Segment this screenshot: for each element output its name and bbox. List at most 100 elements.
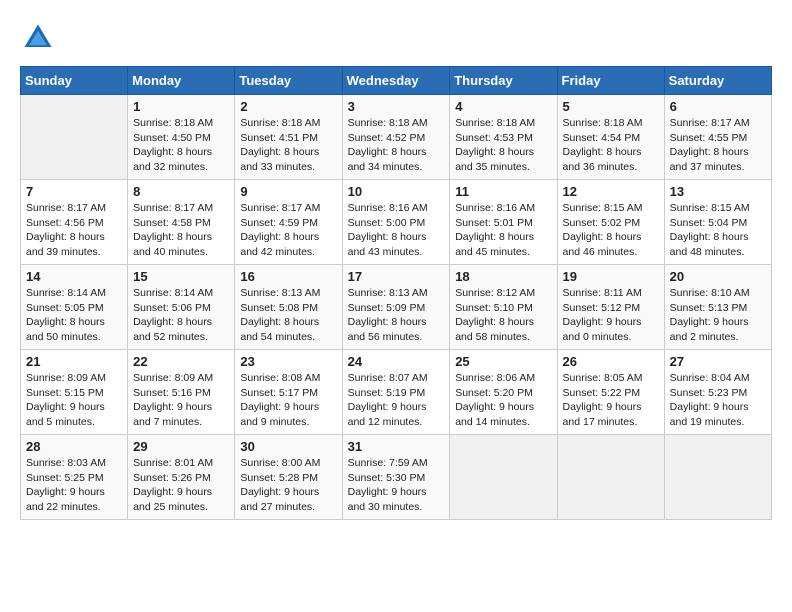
day-number: 7: [26, 184, 122, 199]
page-header: [20, 20, 772, 56]
day-number: 14: [26, 269, 122, 284]
day-info: Sunrise: 8:15 AM Sunset: 5:02 PM Dayligh…: [563, 201, 659, 260]
calendar-cell: 17 Sunrise: 8:13 AM Sunset: 5:09 PM Dayli…: [342, 265, 450, 350]
week-row-4: 28 Sunrise: 8:03 AM Sunset: 5:25 PM Dayli…: [21, 435, 772, 520]
weekday-tuesday: Tuesday: [235, 67, 342, 95]
calendar-cell: 21Sunrise: 8:09 AM Sunset: 5:15 PM Dayli…: [21, 350, 128, 435]
day-info: Sunrise: 8:00 AM Sunset: 5:28 PM Dayligh…: [240, 456, 336, 515]
day-info: Sunrise: 8:18 AM Sunset: 4:50 PM Dayligh…: [133, 116, 229, 175]
day-info: Sunrise: 8:17 AM Sunset: 4:58 PM Dayligh…: [133, 201, 229, 260]
calendar-cell: 18 Sunrise: 8:12 AM Sunset: 5:10 PM Dayli…: [450, 265, 557, 350]
calendar-cell: 6 Sunrise: 8:17 AM Sunset: 4:55 PM Daylig…: [664, 95, 771, 180]
day-number: 11: [455, 184, 551, 199]
calendar-cell: 3 Sunrise: 8:18 AM Sunset: 4:52 PM Daylig…: [342, 95, 450, 180]
day-number: 16: [240, 269, 336, 284]
calendar-cell: 28 Sunrise: 8:03 AM Sunset: 5:25 PM Dayli…: [21, 435, 128, 520]
day-info: Sunrise: 8:17 AM Sunset: 4:56 PM Dayligh…: [26, 201, 122, 260]
day-number: 25: [455, 354, 551, 369]
calendar-body: 1Sunrise: 8:18 AM Sunset: 4:50 PM Daylig…: [21, 95, 772, 520]
day-number: 6: [670, 99, 766, 114]
calendar-cell: 2 Sunrise: 8:18 AM Sunset: 4:51 PM Daylig…: [235, 95, 342, 180]
day-info: Sunrise: 8:18 AM Sunset: 4:53 PM Dayligh…: [455, 116, 551, 175]
day-info: Sunrise: 8:11 AM Sunset: 5:12 PM Dayligh…: [563, 286, 659, 345]
calendar-cell: 24Sunrise: 8:07 AM Sunset: 5:19 PM Dayli…: [342, 350, 450, 435]
day-number: 30: [240, 439, 336, 454]
calendar-cell: 4 Sunrise: 8:18 AM Sunset: 4:53 PM Daylig…: [450, 95, 557, 180]
day-info: Sunrise: 8:04 AM Sunset: 5:23 PM Dayligh…: [670, 371, 766, 430]
day-info: Sunrise: 8:14 AM Sunset: 5:05 PM Dayligh…: [26, 286, 122, 345]
calendar-cell: 25 Sunrise: 8:06 AM Sunset: 5:20 PM Dayli…: [450, 350, 557, 435]
calendar-header: SundayMondayTuesdayWednesdayThursdayFrid…: [21, 67, 772, 95]
day-number: 2: [240, 99, 336, 114]
day-info: Sunrise: 8:18 AM Sunset: 4:51 PM Dayligh…: [240, 116, 336, 175]
day-info: Sunrise: 8:12 AM Sunset: 5:10 PM Dayligh…: [455, 286, 551, 345]
day-info: Sunrise: 8:18 AM Sunset: 4:52 PM Dayligh…: [348, 116, 445, 175]
calendar-cell: 15 Sunrise: 8:14 AM Sunset: 5:06 PM Dayli…: [128, 265, 235, 350]
weekday-thursday: Thursday: [450, 67, 557, 95]
calendar-cell: 30 Sunrise: 8:00 AM Sunset: 5:28 PM Dayli…: [235, 435, 342, 520]
logo-icon: [20, 20, 56, 56]
calendar-cell: 5 Sunrise: 8:18 AM Sunset: 4:54 PM Daylig…: [557, 95, 664, 180]
calendar-cell: [664, 435, 771, 520]
calendar-cell: 26 Sunrise: 8:05 AM Sunset: 5:22 PM Dayli…: [557, 350, 664, 435]
day-number: 19: [563, 269, 659, 284]
day-number: 10: [348, 184, 445, 199]
day-number: 20: [670, 269, 766, 284]
calendar-cell: 11Sunrise: 8:16 AM Sunset: 5:01 PM Dayli…: [450, 180, 557, 265]
calendar-cell: 13 Sunrise: 8:15 AM Sunset: 5:04 PM Dayli…: [664, 180, 771, 265]
calendar-cell: 23 Sunrise: 8:08 AM Sunset: 5:17 PM Dayli…: [235, 350, 342, 435]
day-info: Sunrise: 8:05 AM Sunset: 5:22 PM Dayligh…: [563, 371, 659, 430]
day-number: 12: [563, 184, 659, 199]
day-number: 15: [133, 269, 229, 284]
week-row-3: 21Sunrise: 8:09 AM Sunset: 5:15 PM Dayli…: [21, 350, 772, 435]
day-info: Sunrise: 8:08 AM Sunset: 5:17 PM Dayligh…: [240, 371, 336, 430]
day-info: Sunrise: 8:17 AM Sunset: 4:55 PM Dayligh…: [670, 116, 766, 175]
day-number: 18: [455, 269, 551, 284]
calendar-cell: 14 Sunrise: 8:14 AM Sunset: 5:05 PM Dayli…: [21, 265, 128, 350]
calendar-cell: 22 Sunrise: 8:09 AM Sunset: 5:16 PM Dayli…: [128, 350, 235, 435]
day-info: Sunrise: 8:13 AM Sunset: 5:09 PM Dayligh…: [348, 286, 445, 345]
calendar-cell: 16 Sunrise: 8:13 AM Sunset: 5:08 PM Dayli…: [235, 265, 342, 350]
day-info: Sunrise: 8:09 AM Sunset: 5:16 PM Dayligh…: [133, 371, 229, 430]
calendar-cell: 10Sunrise: 8:16 AM Sunset: 5:00 PM Dayli…: [342, 180, 450, 265]
day-info: Sunrise: 8:06 AM Sunset: 5:20 PM Dayligh…: [455, 371, 551, 430]
day-number: 28: [26, 439, 122, 454]
calendar-cell: 31 Sunrise: 7:59 AM Sunset: 5:30 PM Dayli…: [342, 435, 450, 520]
day-info: Sunrise: 7:59 AM Sunset: 5:30 PM Dayligh…: [348, 456, 445, 515]
day-number: 31: [348, 439, 445, 454]
calendar-cell: [21, 95, 128, 180]
day-info: Sunrise: 8:09 AM Sunset: 5:15 PM Dayligh…: [26, 371, 122, 430]
day-number: 29: [133, 439, 229, 454]
day-number: 13: [670, 184, 766, 199]
calendar-cell: [450, 435, 557, 520]
day-number: 26: [563, 354, 659, 369]
weekday-saturday: Saturday: [664, 67, 771, 95]
day-number: 3: [348, 99, 445, 114]
calendar-cell: 27 Sunrise: 8:04 AM Sunset: 5:23 PM Dayli…: [664, 350, 771, 435]
day-number: 27: [670, 354, 766, 369]
day-info: Sunrise: 8:01 AM Sunset: 5:26 PM Dayligh…: [133, 456, 229, 515]
day-number: 5: [563, 99, 659, 114]
weekday-header-row: SundayMondayTuesdayWednesdayThursdayFrid…: [21, 67, 772, 95]
week-row-2: 14 Sunrise: 8:14 AM Sunset: 5:05 PM Dayli…: [21, 265, 772, 350]
day-number: 9: [240, 184, 336, 199]
day-info: Sunrise: 8:15 AM Sunset: 5:04 PM Dayligh…: [670, 201, 766, 260]
week-row-0: 1Sunrise: 8:18 AM Sunset: 4:50 PM Daylig…: [21, 95, 772, 180]
day-number: 22: [133, 354, 229, 369]
day-info: Sunrise: 8:14 AM Sunset: 5:06 PM Dayligh…: [133, 286, 229, 345]
logo: [20, 20, 60, 56]
calendar-cell: 7 Sunrise: 8:17 AM Sunset: 4:56 PM Daylig…: [21, 180, 128, 265]
calendar-cell: 19 Sunrise: 8:11 AM Sunset: 5:12 PM Dayli…: [557, 265, 664, 350]
day-info: Sunrise: 8:10 AM Sunset: 5:13 PM Dayligh…: [670, 286, 766, 345]
weekday-sunday: Sunday: [21, 67, 128, 95]
day-info: Sunrise: 8:13 AM Sunset: 5:08 PM Dayligh…: [240, 286, 336, 345]
day-info: Sunrise: 8:03 AM Sunset: 5:25 PM Dayligh…: [26, 456, 122, 515]
day-number: 24: [348, 354, 445, 369]
day-info: Sunrise: 8:18 AM Sunset: 4:54 PM Dayligh…: [563, 116, 659, 175]
day-number: 17: [348, 269, 445, 284]
calendar-cell: 8Sunrise: 8:17 AM Sunset: 4:58 PM Daylig…: [128, 180, 235, 265]
calendar-cell: 12 Sunrise: 8:15 AM Sunset: 5:02 PM Dayli…: [557, 180, 664, 265]
day-number: 23: [240, 354, 336, 369]
calendar-cell: 29 Sunrise: 8:01 AM Sunset: 5:26 PM Dayli…: [128, 435, 235, 520]
day-number: 4: [455, 99, 551, 114]
